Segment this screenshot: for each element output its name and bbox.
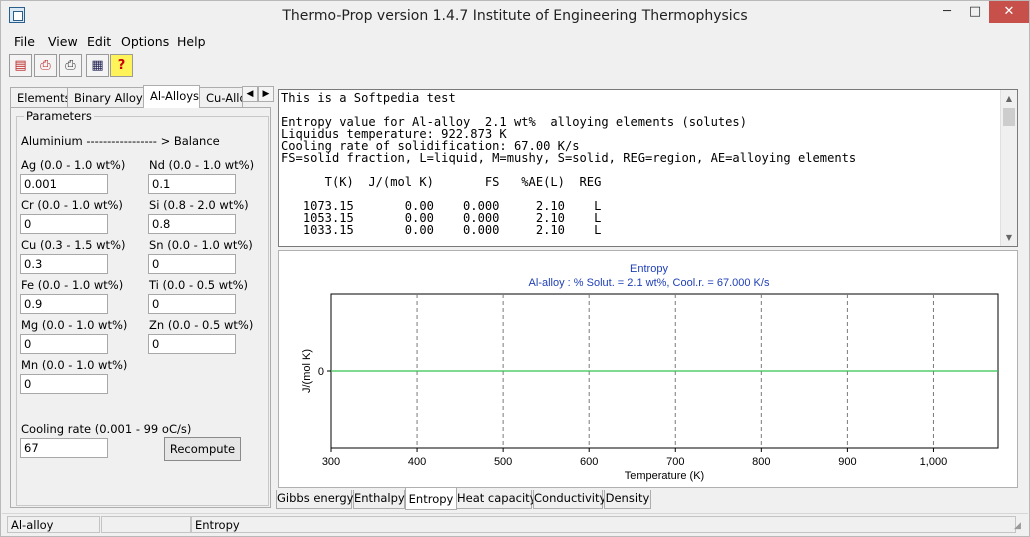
tab-binary-alloys[interactable]: Binary Alloys	[67, 87, 144, 107]
mg-label: Mg (0.0 - 1.0 wt%)	[21, 318, 128, 332]
x-tick-label: 1,000	[920, 456, 948, 468]
cr-label: Cr (0.0 - 1.0 wt%)	[21, 198, 123, 212]
menu-bar: File View Edit Options Help	[2, 31, 1028, 51]
chart-svg: Entropy Al-alloy : % Solut. = 2.1 wt%, Co…	[301, 263, 999, 482]
status-property: Entropy	[191, 516, 1016, 533]
tab-elements[interactable]: Elements	[10, 87, 68, 107]
title-bar: Thermo-Prop version 1.4.7 Institute of E…	[1, 1, 1029, 31]
x-tick-label: 900	[838, 456, 856, 468]
status-alloy: Al-alloy	[7, 516, 100, 533]
entropy-chart: Entropy Al-alloy : % Solut. = 2.1 wt%, Co…	[278, 250, 1018, 488]
x-tick-label: 600	[580, 456, 598, 468]
menu-view[interactable]: View	[48, 34, 78, 49]
results-text-area[interactable]: This is a Softpedia test Entropy value f…	[278, 89, 1018, 247]
print-icon[interactable]: ⎙	[59, 54, 82, 77]
parameters-legend: Parameters	[24, 109, 94, 123]
menu-edit[interactable]: Edit	[87, 34, 111, 49]
scroll-thumb[interactable]	[1003, 108, 1015, 126]
sn-label: Sn (0.0 - 1.0 wt%)	[149, 238, 253, 252]
x-tick-label: 800	[752, 456, 770, 468]
window-title: Thermo-Prop version 1.4.7 Institute of E…	[282, 8, 748, 24]
tab-gibbs-energy[interactable]: Gibbs energy	[276, 490, 353, 509]
results-scrollbar[interactable]: ▲ ▼	[1000, 90, 1017, 246]
maximize-button[interactable]: □	[961, 1, 989, 23]
results-text: This is a Softpedia test Entropy value f…	[281, 92, 856, 236]
results-line: T(K) J/(mol K) FS %AE(L) REG	[281, 175, 602, 189]
nd-label: Nd (0.0 - 1.0 wt%)	[149, 158, 255, 172]
ag-input[interactable]	[20, 174, 108, 194]
scroll-up-icon[interactable]: ▲	[1001, 90, 1017, 107]
app-window: Thermo-Prop version 1.4.7 Institute of E…	[0, 0, 1030, 537]
si-input[interactable]	[148, 214, 236, 234]
tab-entropy[interactable]: Entropy	[405, 488, 457, 510]
x-tick-label: 700	[666, 456, 684, 468]
results-line: FS=solid fraction, L=liquid, M=mushy, S=…	[281, 151, 857, 165]
chart-subtitle: Al-alloy : % Solut. = 2.1 wt%, Cool.r. =…	[529, 277, 770, 289]
tab-scroll-left-icon[interactable]: ◀	[242, 86, 258, 102]
mn-input[interactable]	[20, 374, 108, 394]
tab-density[interactable]: Density	[604, 490, 651, 509]
document-icon[interactable]: ▤	[9, 54, 32, 77]
x-tick-label: 400	[408, 456, 426, 468]
tab-heat-capacity[interactable]: Heat capacity	[456, 490, 536, 509]
ag-label: Ag (0.0 - 1.0 wt%)	[21, 158, 126, 172]
menu-help[interactable]: Help	[177, 34, 206, 49]
results-line: This is a Softpedia test	[281, 91, 456, 105]
ti-label: Ti (0.0 - 0.5 wt%)	[149, 278, 249, 292]
cu-label: Cu (0.3 - 1.5 wt%)	[21, 238, 126, 252]
status-middle	[101, 516, 191, 533]
cr-input[interactable]	[20, 214, 108, 234]
zn-input[interactable]	[148, 334, 236, 354]
cu-input[interactable]	[20, 254, 108, 274]
menu-options[interactable]: Options	[121, 34, 169, 49]
x-tick-label: 300	[322, 456, 340, 468]
results-line: 1033.15 0.00 0.000 2.10 L	[281, 223, 602, 237]
ti-input[interactable]	[148, 294, 236, 314]
si-label: Si (0.8 - 2.0 wt%)	[149, 198, 249, 212]
chart-title: Entropy	[630, 263, 668, 275]
fe-label: Fe (0.0 - 1.0 wt%)	[21, 278, 124, 292]
mn-label: Mn (0.0 - 1.0 wt%)	[21, 358, 128, 372]
calculator-icon[interactable]: ▦	[86, 54, 109, 77]
scroll-down-icon[interactable]: ▼	[1001, 229, 1017, 246]
y-axis-label: J/(mol K)	[301, 349, 313, 393]
minimize-button[interactable]: ─	[933, 1, 961, 23]
menu-file[interactable]: File	[14, 34, 35, 49]
x-axis-label: Temperature (K)	[625, 470, 704, 482]
x-tick-label: 500	[494, 456, 512, 468]
tab-scroll-right-icon[interactable]: ▶	[258, 86, 274, 102]
fe-input[interactable]	[20, 294, 108, 314]
tab-cu-alloys[interactable]: Cu-Allo	[199, 87, 243, 107]
nd-input[interactable]	[148, 174, 236, 194]
open-icon[interactable]: ⎙	[34, 54, 57, 77]
mg-input[interactable]	[20, 334, 108, 354]
resize-grip-icon[interactable]: ◢	[1014, 521, 1026, 533]
sn-input[interactable]	[148, 254, 236, 274]
zn-label: Zn (0.0 - 0.5 wt%)	[149, 318, 254, 332]
left-tab-strip: Elements Binary Alloys Al-Alloys Cu-Allo…	[10, 85, 275, 108]
balance-label: Aluminium ----------------- > Balance	[21, 134, 220, 148]
y-tick-label: 0	[318, 366, 324, 378]
tab-enthalpy[interactable]: Enthalpy	[353, 490, 405, 509]
help-icon[interactable]: ?	[110, 54, 133, 77]
tab-al-alloys[interactable]: Al-Alloys	[143, 85, 200, 108]
cooling-rate-label: Cooling rate (0.001 - 99 oC/s)	[21, 422, 192, 436]
tab-conductivity[interactable]: Conductivity	[533, 490, 606, 509]
cooling-rate-input[interactable]	[20, 438, 108, 458]
recompute-button[interactable]: Recompute	[164, 437, 241, 461]
status-bar: Al-alloy Entropy ◢	[2, 513, 1028, 535]
close-button[interactable]: ✕	[989, 1, 1029, 23]
